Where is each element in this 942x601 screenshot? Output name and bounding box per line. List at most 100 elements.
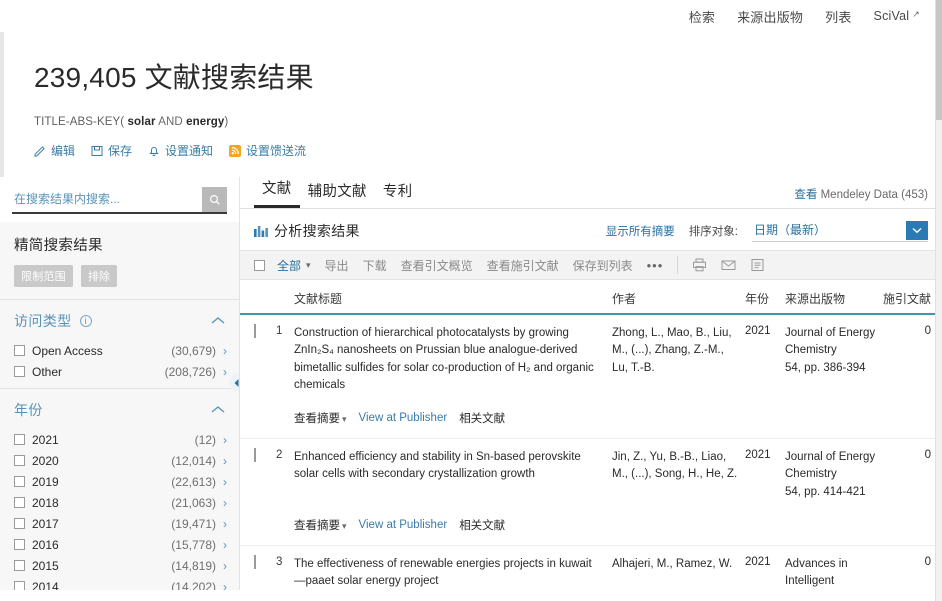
- document-title-link[interactable]: The effectiveness of renewable energies …: [294, 558, 592, 587]
- analyze-results-button[interactable]: 分析搜索结果: [254, 221, 360, 241]
- header-year: 年份: [745, 292, 770, 306]
- document-source: Journal of Energy Chemistry 54, pp. 414-…: [785, 449, 881, 501]
- set-alert-button[interactable]: 设置通知: [148, 142, 213, 159]
- chevron-right-icon[interactable]: ›: [223, 344, 227, 358]
- save-search-button[interactable]: 保存: [91, 142, 132, 159]
- facet-year-header[interactable]: 年份: [0, 389, 239, 429]
- search-within-button[interactable]: [202, 187, 227, 212]
- chevron-right-icon[interactable]: ›: [223, 580, 227, 591]
- facet-access-type-header[interactable]: 访问类型 i: [0, 300, 239, 340]
- nav-item-scival[interactable]: SciVal ↗: [873, 9, 920, 24]
- checkbox-icon[interactable]: [14, 581, 25, 590]
- document-title-link[interactable]: Construction of hierarchical photocataly…: [294, 327, 594, 391]
- facet-option-2014[interactable]: 2014 (14,202) ›: [0, 576, 239, 590]
- nav-item-scival-label: SciVal: [873, 9, 910, 23]
- chevron-right-icon[interactable]: ›: [223, 559, 227, 573]
- facet-option-2018[interactable]: 2018 (21,063) ›: [0, 492, 239, 513]
- set-feed-button[interactable]: 设置馈送流: [229, 142, 306, 159]
- download-button[interactable]: 下载: [363, 257, 387, 274]
- view-at-publisher-link[interactable]: View at Publisher: [359, 519, 448, 531]
- chevron-right-icon[interactable]: ›: [223, 496, 227, 510]
- page-scrollbar-thumb[interactable]: [936, 0, 942, 120]
- row-checkbox[interactable]: [254, 448, 276, 545]
- tab-documents[interactable]: 文献: [254, 177, 300, 208]
- nav-item-lists[interactable]: 列表: [825, 7, 851, 26]
- document-title[interactable]: Construction of hierarchical photocataly…: [294, 325, 612, 394]
- view-abstract-button[interactable]: 查看摘要 ▾: [294, 517, 347, 533]
- chevron-right-icon[interactable]: ›: [223, 517, 227, 531]
- document-title[interactable]: Enhanced efficiency and stability in Sn-…: [294, 449, 612, 501]
- checkbox-icon[interactable]: [14, 455, 25, 466]
- search-within-input[interactable]: [12, 187, 202, 212]
- document-title-link[interactable]: Enhanced efficiency and stability in Sn-…: [294, 451, 581, 480]
- scopus-search-results-page: 检索 来源出版物 列表 SciVal ↗ 239,405 文献搜索结果 TITLE…: [0, 0, 942, 601]
- view-cited-by-button[interactable]: 查看施引文献: [487, 257, 559, 274]
- checkbox-icon[interactable]: [254, 448, 256, 462]
- facet-option-2017[interactable]: 2017 (19,471) ›: [0, 513, 239, 534]
- checkbox-icon[interactable]: [254, 259, 265, 271]
- mendeley-data-link[interactable]: 查看 Mendeley Data (453): [794, 186, 928, 208]
- checkbox-icon[interactable]: [14, 434, 25, 445]
- row-body: Enhanced efficiency and stability in Sn-…: [294, 449, 931, 501]
- chevron-down-icon[interactable]: [906, 220, 928, 240]
- facet-option-2016[interactable]: 2016 (15,778) ›: [0, 534, 239, 555]
- facet-option-count: (22,613): [171, 474, 216, 489]
- facet-option-other[interactable]: Other (208,726) ›: [0, 361, 239, 382]
- email-button[interactable]: [721, 258, 736, 272]
- results-header: 239,405 文献搜索结果 TITLE-ABS-KEY( solar AND …: [0, 32, 942, 177]
- print-button[interactable]: [692, 258, 707, 272]
- checkbox-icon[interactable]: [254, 554, 256, 569]
- results-main: 文献 辅助文献 专利 查看 Mendeley Data (453) 分析搜索结果…: [240, 177, 942, 590]
- export-button[interactable]: 导出: [325, 257, 349, 274]
- edit-search-button[interactable]: 编辑: [34, 142, 75, 159]
- chevron-down-icon[interactable]: ▾: [306, 260, 311, 271]
- tab-secondary-documents[interactable]: 辅助文献: [300, 178, 375, 208]
- chevron-right-icon[interactable]: ›: [223, 454, 227, 468]
- checkbox-icon[interactable]: [254, 324, 256, 338]
- nav-item-sources[interactable]: 来源出版物: [737, 7, 803, 26]
- related-documents-link[interactable]: 相关文献: [459, 410, 505, 426]
- save-to-list-button[interactable]: 保存到列表: [573, 257, 633, 274]
- document-source-detail: 54, pp. 386-394: [785, 361, 866, 374]
- facet-option-2020[interactable]: 2020 (12,014) ›: [0, 450, 239, 471]
- checkbox-icon[interactable]: [14, 560, 25, 571]
- view-citation-overview-button[interactable]: 查看引文概览: [401, 257, 473, 274]
- facet-option-2021[interactable]: 2021 (12) ›: [0, 429, 239, 450]
- toolbar-divider: [677, 256, 679, 274]
- document-title[interactable]: The effectiveness of renewable energies …: [294, 556, 612, 590]
- save-to-document-button[interactable]: [750, 258, 765, 272]
- view-abstract-label: 查看摘要: [294, 519, 340, 532]
- checkbox-icon[interactable]: [14, 476, 25, 487]
- related-documents-link[interactable]: 相关文献: [459, 517, 505, 533]
- chevron-right-icon[interactable]: ›: [223, 475, 227, 489]
- sort-by-select[interactable]: 日期（最新）: [752, 219, 928, 242]
- info-icon[interactable]: i: [79, 315, 92, 327]
- mendeley-view-prefix[interactable]: 查看: [794, 189, 817, 201]
- nav-item-search[interactable]: 检索: [689, 7, 715, 26]
- chevron-right-icon[interactable]: ›: [223, 365, 227, 379]
- row-checkbox[interactable]: [254, 554, 276, 590]
- checkbox-icon[interactable]: [14, 345, 25, 356]
- show-all-abstracts-button[interactable]: 显示所有摘要: [606, 223, 675, 239]
- exclude-button[interactable]: 排除: [80, 265, 118, 287]
- limit-to-button[interactable]: 限制范围: [14, 265, 73, 287]
- facet-option-2019[interactable]: 2019 (22,613) ›: [0, 471, 239, 492]
- row-checkbox[interactable]: [254, 324, 276, 438]
- checkbox-icon[interactable]: [14, 497, 25, 508]
- document-authors: Jin, Z., Yu, B.-B., Liao, M., (...), Son…: [612, 451, 738, 481]
- view-abstract-button[interactable]: 查看摘要 ▾: [294, 410, 347, 426]
- view-at-publisher-link[interactable]: View at Publisher: [359, 412, 448, 424]
- checkbox-icon[interactable]: [14, 366, 25, 377]
- printer-icon: [693, 258, 707, 272]
- facet-option-2015[interactable]: 2015 (14,819) ›: [0, 555, 239, 576]
- select-all-control[interactable]: 全部 ▾: [254, 257, 311, 274]
- checkbox-icon[interactable]: [14, 539, 25, 550]
- facet-option-open-access[interactable]: Open Access (30,679) ›: [0, 340, 239, 361]
- row-content: Enhanced efficiency and stability in Sn-…: [294, 449, 931, 545]
- chevron-right-icon[interactable]: ›: [223, 538, 227, 552]
- more-options-button[interactable]: •••: [647, 258, 664, 273]
- chevron-right-icon[interactable]: ›: [223, 433, 227, 447]
- tab-patents[interactable]: 专利: [375, 178, 421, 208]
- page-scrollbar[interactable]: [935, 0, 942, 601]
- checkbox-icon[interactable]: [14, 518, 25, 529]
